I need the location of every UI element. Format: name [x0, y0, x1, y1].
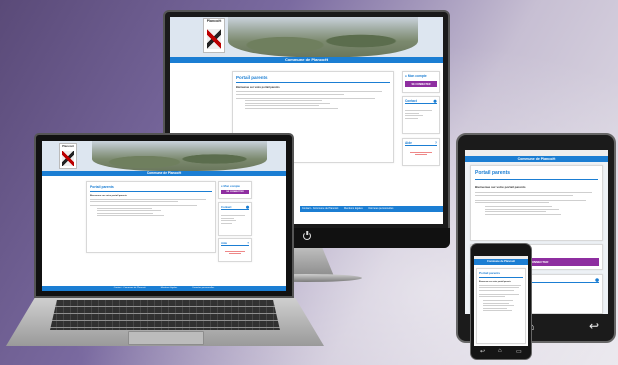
footer-link-contact[interactable]: Contact - Commune de Plancoët: [302, 207, 338, 210]
header-photo: [228, 17, 418, 57]
footer-link-data[interactable]: Données personnelles: [192, 287, 214, 289]
phone-screen: Commune de Plancoët Portail parents Bien…: [474, 256, 528, 346]
account-panel: ● Mon compte SE CONNECTER: [218, 181, 252, 199]
site-header: Plancoët: [170, 17, 443, 57]
contact-title: Contact: [221, 205, 232, 209]
footer-link-data[interactable]: Données personnelles: [368, 207, 393, 210]
site-banner: Commune de Plancoët: [465, 156, 608, 162]
menu-icon[interactable]: ▭: [516, 348, 522, 355]
footer-link-legal[interactable]: Mentions légales: [161, 287, 177, 289]
welcome-text: Bienvenue sur votre portail parents: [479, 280, 511, 283]
aide-title: Aide: [405, 141, 412, 145]
portal-panel: Portail parents Bienvenue sur votre port…: [476, 268, 526, 344]
portal-title: Portail parents: [236, 75, 390, 83]
welcome-text: Bienvenue sur votre portail parents: [90, 194, 127, 197]
contact-panel: Contact ⬤: [402, 96, 440, 134]
town-logo-name: Plancoët: [62, 144, 74, 148]
site-header: Plancoët: [42, 141, 286, 171]
portal-title: Portail parents: [475, 170, 598, 180]
site-body: Portail parents Bienvenue sur votre port…: [42, 176, 286, 291]
phone-nav: ↩ ⌂ ▭: [474, 348, 528, 357]
laptop-trackpad: [128, 331, 204, 345]
town-logo: Plancoët: [59, 143, 77, 169]
map-pin-icon: ⬤: [595, 278, 599, 282]
laptop-screen: Plancoët Commune de Plancoët Portail par…: [42, 141, 286, 291]
account-title: Mon compte: [223, 184, 240, 188]
footer-link-legal[interactable]: Mentions légales: [344, 207, 363, 210]
site-footer: Contact - Commune de Plancoët Mentions l…: [42, 286, 286, 291]
help-panel: Aide ?: [402, 138, 440, 166]
footer-link-contact[interactable]: Contact - Commune de Plancoët: [114, 287, 146, 289]
back-icon[interactable]: ↩: [589, 320, 599, 332]
help-icon: ?: [247, 241, 249, 245]
header-photo: [92, 141, 267, 171]
help-panel: Aide ?: [218, 238, 252, 262]
welcome-text: Bienvenue sur votre portail parents: [475, 185, 526, 189]
aide-title: Aide: [221, 241, 228, 245]
contact-title: Contact: [405, 99, 417, 103]
home-icon[interactable]: ⌂: [498, 348, 502, 354]
map-pin-icon: ⬤: [245, 205, 249, 209]
connect-button[interactable]: SE CONNECTER: [405, 81, 437, 87]
power-icon: [303, 232, 311, 240]
town-logo-name: Plancoët: [206, 19, 222, 23]
account-panel: ● Mon compte SE CONNECTER: [402, 71, 440, 93]
monitor-footer-bar: Contact - Commune de Plancoët Mentions l…: [300, 206, 443, 212]
town-logo: Plancoët: [203, 18, 225, 53]
connect-button[interactable]: SE CONNECTER: [221, 190, 249, 194]
portal-title: Portail parents: [479, 271, 523, 278]
portal-panel: Portail parents Bienvenue sur votre port…: [470, 165, 603, 241]
site-banner: Commune de Plancoët: [474, 259, 528, 265]
portal-panel: Portail parents Bienvenue sur votre port…: [86, 181, 216, 253]
user-icon: ●: [405, 74, 407, 78]
portal-title: Portail parents: [90, 185, 212, 192]
account-title: Mon compte: [407, 74, 427, 78]
welcome-text: Bienvenue sur votre portail parents: [236, 86, 280, 89]
map-pin-icon: ⬤: [433, 99, 437, 103]
help-icon: ?: [435, 141, 437, 145]
contact-panel: Contact ⬤: [218, 202, 252, 236]
back-icon[interactable]: ↩: [480, 348, 485, 355]
laptop-keyboard: [50, 300, 280, 330]
